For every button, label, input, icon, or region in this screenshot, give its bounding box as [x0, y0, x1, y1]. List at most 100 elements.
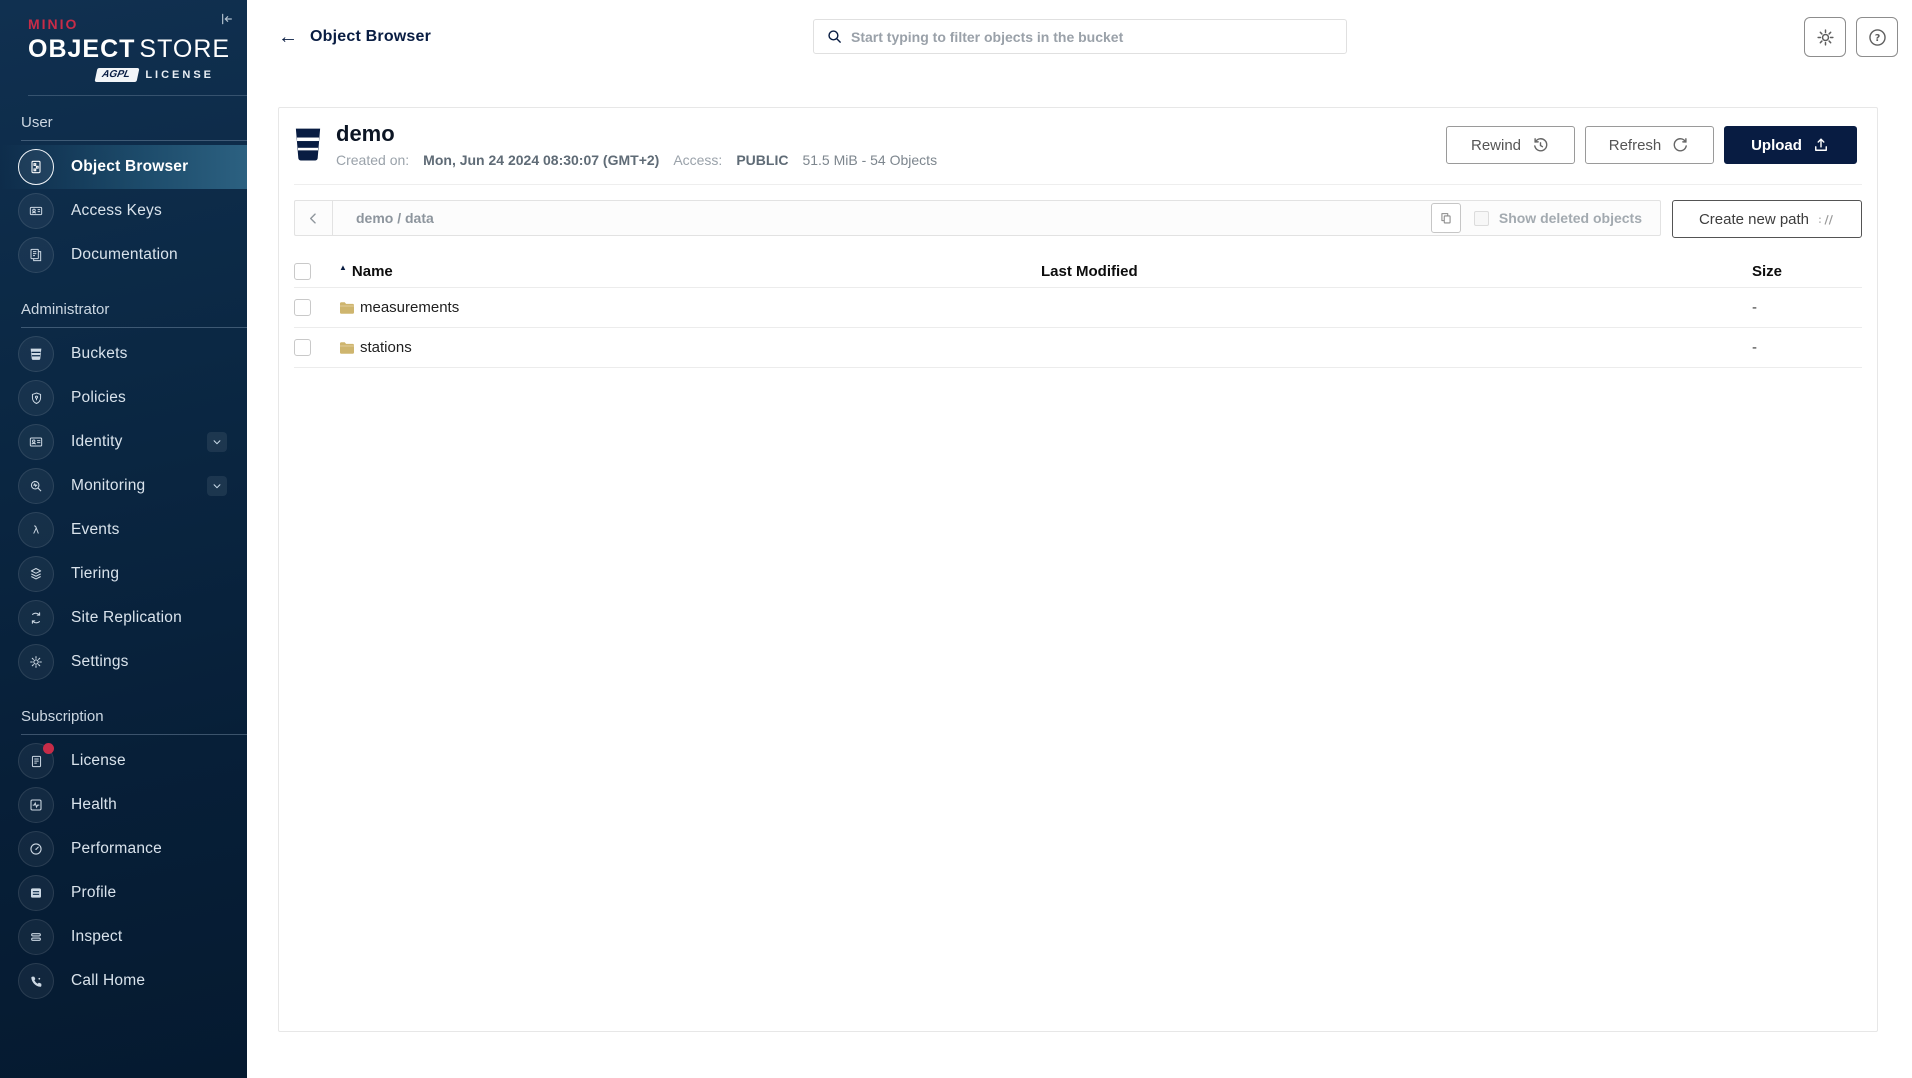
select-all-checkbox[interactable] — [294, 263, 311, 280]
path-toolbar: demo / data Show deleted objects Create … — [294, 200, 1862, 238]
select-all-cell — [294, 263, 339, 280]
table-row[interactable]: stations - — [294, 328, 1862, 368]
column-header-last-modified[interactable]: Last Modified — [1041, 263, 1752, 280]
sidebar-item-events[interactable]: λ Events — [0, 508, 247, 552]
license-row: AGPL LICENSE — [28, 68, 214, 82]
topbar-actions: ? — [1804, 17, 1898, 57]
settings-gear-icon — [18, 644, 54, 680]
sidebar-item-tiering[interactable]: Tiering — [0, 552, 247, 596]
page-title: Object Browser — [310, 28, 431, 46]
gear-icon — [1815, 27, 1836, 48]
tiering-layers-icon — [18, 556, 54, 592]
refresh-button[interactable]: Refresh — [1585, 126, 1714, 164]
sidebar-item-monitoring[interactable]: Monitoring — [0, 464, 247, 508]
sidebar-item-license[interactable]: License — [0, 739, 247, 783]
identity-icon — [18, 424, 54, 460]
folder-icon — [339, 341, 355, 355]
path-back-button[interactable] — [295, 201, 333, 235]
main-area: ← Object Browser ? — [247, 0, 1912, 1078]
page-back-button[interactable]: ← Object Browser — [278, 27, 431, 47]
sidebar-item-object-browser[interactable]: Object Browser — [0, 145, 247, 189]
new-path-icon — [1818, 212, 1835, 227]
sidebar-item-profile[interactable]: Profile — [0, 871, 247, 915]
sidebar-item-buckets[interactable]: Buckets — [0, 332, 247, 376]
upload-button[interactable]: Upload — [1724, 126, 1857, 164]
copy-icon — [1439, 211, 1453, 225]
content-area: demo Created on: Mon, Jun 24 2024 08:30:… — [247, 74, 1912, 1078]
column-header-size[interactable]: Size — [1752, 263, 1862, 280]
minio-console: MINIO OBJECTSTORE AGPL LICENSE User Obje… — [0, 0, 1912, 1078]
svg-text:?: ? — [1874, 33, 1880, 44]
sidebar-item-settings[interactable]: Settings — [0, 640, 247, 684]
bucket-name: demo — [336, 122, 937, 146]
show-deleted-label: Show deleted objects — [1499, 210, 1642, 226]
show-deleted-checkbox[interactable] — [1474, 211, 1489, 226]
section-label-administrator: Administrator — [21, 301, 247, 323]
folder-icon — [339, 301, 355, 315]
bucket-icon — [294, 127, 322, 163]
sidebar-item-identity[interactable]: Identity — [0, 420, 247, 464]
objects-table: ▲ Name Last Modified Size — [294, 256, 1862, 368]
product-title: OBJECTSTORE — [28, 35, 247, 64]
sidebar-item-inspect[interactable]: Inspect — [0, 915, 247, 959]
section-label-user: User — [21, 114, 247, 136]
documentation-icon — [18, 237, 54, 273]
column-header-name[interactable]: ▲ Name — [339, 263, 1041, 280]
sidebar-nav: User Object Browser Access Keys — [0, 114, 247, 1003]
chevron-down-icon[interactable] — [207, 432, 227, 452]
show-deleted-toggle[interactable]: Show deleted objects — [1474, 210, 1642, 226]
sidebar-item-health[interactable]: Health — [0, 783, 247, 827]
object-filter-search[interactable] — [813, 19, 1347, 54]
create-new-path-button[interactable]: Create new path — [1672, 200, 1862, 238]
agpl-badge: AGPL — [94, 68, 139, 82]
logo-divider — [28, 95, 247, 96]
search-input[interactable] — [851, 20, 1346, 53]
section-label-subscription: Subscription — [21, 708, 247, 730]
settings-button[interactable] — [1804, 17, 1846, 57]
size-cell: - — [1752, 299, 1862, 316]
chevron-down-icon[interactable] — [207, 476, 227, 496]
created-value: Mon, Jun 24 2024 08:30:07 (GMT+2) — [423, 152, 659, 168]
bucket-meta: demo Created on: Mon, Jun 24 2024 08:30:… — [336, 122, 937, 168]
section-administrator: Administrator Buckets Policies — [0, 301, 247, 684]
sidebar-item-documentation[interactable]: Documentation — [0, 233, 247, 277]
access-label: Access: — [673, 152, 722, 168]
monitoring-icon — [18, 468, 54, 504]
object-name-cell[interactable]: measurements — [339, 299, 1041, 316]
call-home-phone-icon — [18, 963, 54, 999]
site-replication-icon — [18, 600, 54, 636]
row-checkbox[interactable] — [294, 339, 311, 356]
bucket-actions: Rewind Refresh Upload — [1446, 126, 1857, 164]
performance-gauge-icon — [18, 831, 54, 867]
object-name-cell[interactable]: stations — [339, 339, 1041, 356]
bucket-browser-card: demo Created on: Mon, Jun 24 2024 08:30:… — [278, 107, 1878, 1032]
inspect-icon — [18, 919, 54, 955]
table-row[interactable]: measurements - — [294, 288, 1862, 328]
profile-icon — [18, 875, 54, 911]
sidebar-item-site-replication[interactable]: Site Replication — [0, 596, 247, 640]
created-label: Created on: — [336, 152, 409, 168]
section-subscription: Subscription License Health — [0, 708, 247, 1003]
minio-logo: MINIO OBJECTSTORE AGPL LICENSE — [0, 0, 247, 82]
access-keys-icon — [18, 193, 54, 229]
sidebar-collapse-icon[interactable] — [215, 8, 237, 30]
copy-path-button[interactable] — [1431, 203, 1461, 233]
help-icon: ? — [1867, 27, 1888, 48]
rewind-icon — [1531, 136, 1550, 155]
sidebar-item-performance[interactable]: Performance — [0, 827, 247, 871]
table-header-row: ▲ Name Last Modified Size — [294, 256, 1862, 288]
sidebar-item-access-keys[interactable]: Access Keys — [0, 189, 247, 233]
license-alert-badge — [43, 743, 54, 754]
help-button[interactable]: ? — [1856, 17, 1898, 57]
bucket-stats: 51.5 MiB - 54 Objects — [802, 152, 937, 168]
search-icon — [826, 28, 843, 45]
sidebar-item-policies[interactable]: Policies — [0, 376, 247, 420]
row-checkbox[interactable] — [294, 299, 311, 316]
sidebar-item-call-home[interactable]: Call Home — [0, 959, 247, 1003]
license-word: LICENSE — [145, 69, 214, 81]
upload-icon — [1812, 136, 1830, 154]
back-arrow-icon: ← — [278, 27, 298, 47]
rewind-button[interactable]: Rewind — [1446, 126, 1575, 164]
chevron-left-icon — [306, 211, 321, 226]
refresh-icon — [1671, 136, 1690, 155]
